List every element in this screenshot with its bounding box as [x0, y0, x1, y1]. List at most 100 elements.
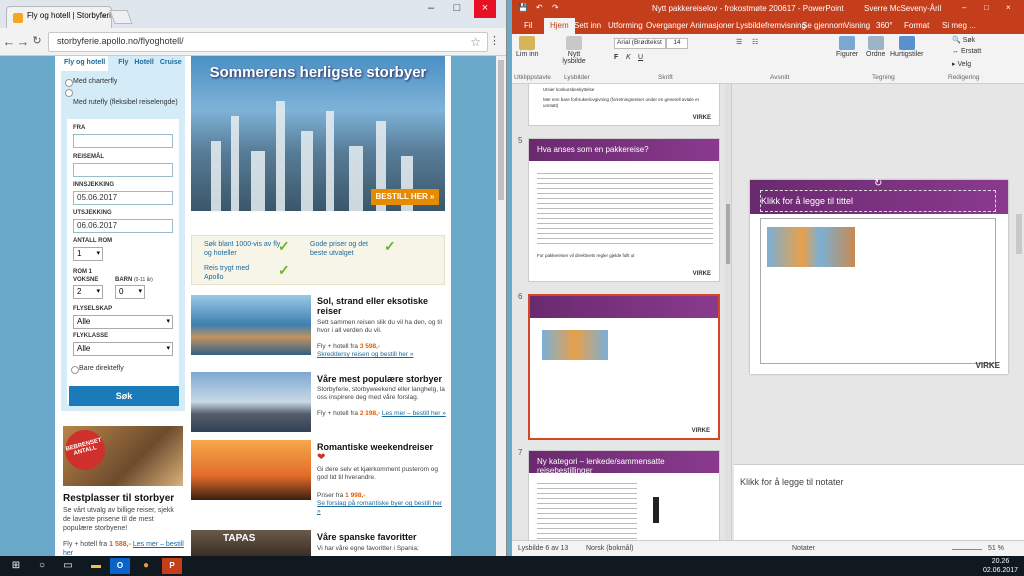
start-icon[interactable]: ⊞ — [6, 558, 26, 574]
current-slide[interactable]: Klikk for å legge til tittel ↻ VIRKE — [750, 178, 1008, 374]
close-window-icon[interactable]: × — [1006, 3, 1011, 12]
picture-frame[interactable] — [760, 218, 996, 364]
spanske-image[interactable]: TAPAS — [191, 530, 311, 556]
item-link-2[interactable]: Se forslag på romantiske byer og bestill… — [317, 500, 442, 515]
editor-scrollbar[interactable] — [1016, 214, 1022, 254]
item-link-0[interactable]: Skreddersy reisen og bestill her » — [317, 351, 413, 358]
tab-overganger[interactable]: Overganger — [646, 21, 688, 30]
item-title-1[interactable]: Våre mest populære storbyer — [317, 374, 442, 384]
restplasser-title[interactable]: Restplasser til storbyer — [63, 493, 174, 504]
tab-cruise[interactable]: Cruise — [157, 56, 185, 71]
page-scrollbar[interactable] — [496, 56, 506, 556]
browser-menu-icon[interactable]: ⋮ — [489, 34, 500, 47]
item-title-2[interactable]: Romantiske weekendreiser — [317, 442, 433, 452]
zoom-level[interactable]: 51 % — [988, 545, 1004, 552]
save-icon[interactable]: 💾 — [518, 3, 528, 12]
charter-radio[interactable]: Med charterfly — [61, 75, 185, 87]
clock[interactable]: 20.26 02.06.2017 — [983, 557, 1018, 575]
close-tab-icon[interactable]: × — [102, 11, 107, 21]
romantiske-image[interactable] — [191, 440, 311, 500]
notes-pane[interactable]: Klikk for å legge til notater — [734, 464, 1024, 540]
fra-input[interactable] — [73, 134, 173, 148]
undo-icon[interactable]: ↶ — [536, 3, 543, 12]
screenshot-picture[interactable] — [767, 227, 855, 267]
new-tab-button[interactable] — [109, 10, 133, 24]
file-explorer-icon[interactable]: ▬ — [86, 558, 106, 574]
barn-select[interactable]: 0 — [115, 285, 145, 299]
url-input[interactable]: storbyferie.apollo.no/flyoghotell/ ☆ — [48, 32, 488, 52]
item-link-1[interactable]: Les mer – bestill her » — [382, 410, 446, 417]
nytt-lysbilde-button[interactable]: Nytt lysbilde — [560, 36, 588, 65]
powerpoint-icon[interactable]: P — [162, 558, 182, 574]
font-size-select[interactable]: 14 — [666, 38, 688, 49]
tab-format[interactable]: Format — [904, 21, 929, 30]
rutefly-radio[interactable]: Med rutefly (fleksibel reiselengde) — [61, 85, 185, 106]
font-select[interactable]: Arial (Brødtekst — [614, 38, 666, 49]
tab-utforming[interactable]: Utforming — [608, 21, 643, 30]
ordne-button[interactable]: Ordne — [866, 36, 885, 58]
maximize-icon[interactable]: □ — [984, 3, 989, 12]
tab-fly-og-hotell[interactable]: Fly og hotell — [61, 56, 109, 71]
rotate-handle-icon[interactable]: ↻ — [874, 178, 882, 189]
reisemal-input[interactable] — [73, 163, 173, 177]
flyselskap-select[interactable]: Alle — [73, 315, 173, 329]
utsjekking-input[interactable]: 06.06.2017 — [73, 219, 173, 233]
language-status[interactable]: Norsk (bokmål) — [586, 545, 633, 552]
ppt-user[interactable]: Sverre McSeveny-Åril — [864, 4, 941, 13]
title-placeholder[interactable]: Klikk for å legge til tittel — [760, 190, 996, 212]
sok-button[interactable]: Søk — [69, 386, 179, 406]
underline-button[interactable]: U — [638, 54, 643, 61]
close-window-icon[interactable]: × — [474, 0, 496, 18]
item-title-3[interactable]: Våre spanske favoritter — [317, 532, 417, 542]
lim-inn-button[interactable]: Lim inn — [516, 36, 539, 58]
tell-me-input[interactable]: Si meg ... — [942, 21, 976, 30]
erstatt-button[interactable]: ↔ Erstatt — [952, 48, 981, 55]
rom-select[interactable]: 1 — [73, 247, 103, 261]
search-icon[interactable]: ○ — [32, 558, 52, 574]
sol-strand-image[interactable] — [191, 295, 311, 355]
item-title-0[interactable]: Sol, strand eller eksotiske reiser — [317, 296, 447, 316]
tab-hotell[interactable]: Hotell — [131, 56, 156, 71]
browser-tab[interactable]: Fly og hotell | Storbyferie × — [6, 6, 112, 28]
tab-fly[interactable]: Fly — [108, 56, 131, 71]
hurtigstiler-button[interactable]: Hurtigstiler — [890, 36, 923, 58]
bold-button[interactable]: F — [614, 54, 618, 61]
hero-banner[interactable]: Sommerens herligste storbyer BESTILL HER… — [191, 56, 445, 211]
maximize-icon[interactable]: □ — [446, 0, 468, 18]
bullets-icon[interactable]: ☰ — [736, 38, 742, 46]
figurer-button[interactable]: Figurer — [836, 36, 858, 58]
bestill-button[interactable]: BESTILL HER » — [371, 189, 439, 205]
innsjekking-input[interactable]: 05.06.2017 — [73, 191, 173, 205]
slide-thumb-6[interactable]: VIRKE — [528, 294, 720, 440]
chrome-icon[interactable]: ● — [136, 558, 156, 574]
minimize-icon[interactable]: – — [420, 0, 442, 18]
tab-360[interactable]: 360° — [876, 21, 893, 30]
back-icon[interactable]: ← — [2, 34, 16, 49]
redo-icon[interactable]: ↷ — [552, 3, 559, 12]
tab-fil[interactable]: Fil — [524, 21, 532, 30]
reload-icon[interactable]: ↻ — [30, 34, 44, 47]
slide-thumb-5[interactable]: Hva anses som en pakkereise? For pakkere… — [528, 138, 720, 282]
restplasser-image[interactable]: BEBRENSET ANTALL — [60, 425, 183, 486]
minimize-icon[interactable]: – — [962, 3, 966, 12]
slide-thumb-7[interactable]: Ny kategori – lenkede/sammensatte reiseb… — [528, 450, 720, 540]
slide-thumb-4[interactable]: Utsier konkursbeskyttelse Mer enn bare f… — [528, 84, 720, 126]
tab-animasjoner[interactable]: Animasjoner — [690, 21, 734, 30]
tab-hjem[interactable]: Hjem — [544, 18, 575, 34]
bookmark-star-icon[interactable]: ☆ — [470, 35, 481, 49]
tab-visning[interactable]: Visning — [844, 21, 870, 30]
tab-lysbildefremvisning[interactable]: Lysbildefremvisning — [736, 21, 806, 30]
outlook-icon[interactable]: O — [110, 558, 130, 574]
italic-button[interactable]: K — [626, 54, 631, 61]
numbering-icon[interactable]: ☷ — [752, 38, 758, 46]
sok-button[interactable]: 🔍 Søk — [952, 36, 975, 44]
voksne-select[interactable]: 2 — [73, 285, 103, 299]
tab-sett-inn[interactable]: Sett inn — [574, 21, 601, 30]
velg-button[interactable]: ▸ Velg — [952, 60, 971, 68]
direktefly-checkbox[interactable]: Bare direktefly — [67, 362, 128, 374]
tab-se-gjennom[interactable]: Se gjennom — [802, 21, 845, 30]
forward-icon[interactable]: → — [16, 34, 30, 49]
zoom-slider[interactable] — [952, 549, 982, 550]
flyklasse-select[interactable]: Alle — [73, 342, 173, 356]
task-view-icon[interactable]: ▭ — [58, 558, 78, 574]
